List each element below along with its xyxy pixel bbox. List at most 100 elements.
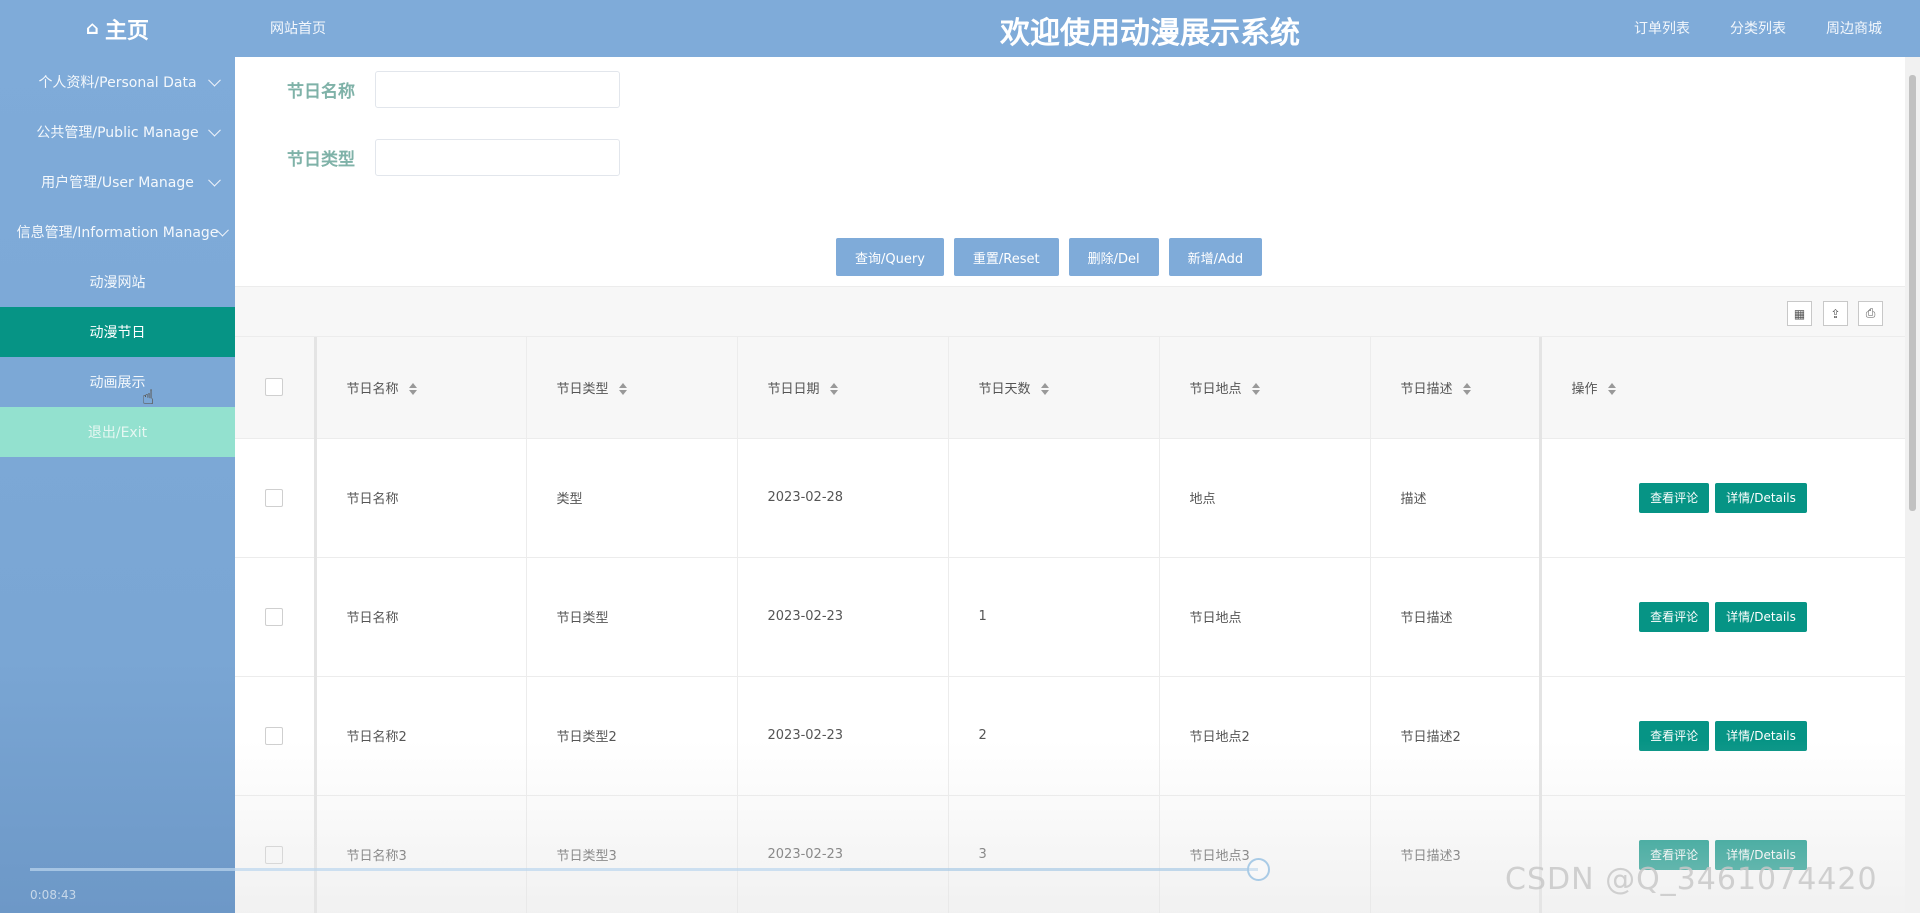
- print-icon[interactable]: ⎙: [1858, 301, 1883, 326]
- cell-date: 2023-02-28: [737, 438, 949, 558]
- row-checkbox[interactable]: [265, 488, 284, 507]
- cell-name: 节日名称3: [313, 795, 527, 913]
- row-select-cell: [235, 438, 316, 558]
- category-list-link[interactable]: 分类列表: [1730, 18, 1786, 38]
- sidebar-menu-label: 信息管理/Information Manage: [16, 225, 219, 241]
- sort-icon[interactable]: [829, 383, 838, 396]
- festival-table: 节日名称 节日类型 节日日期 节日天数 节日地点 节日描述 操作 节日名称 类型…: [235, 337, 1906, 913]
- sidebar-item-anime-site[interactable]: 动漫网站: [0, 257, 235, 307]
- sidebar-menu-label: 用户管理/User Manage: [41, 175, 194, 191]
- cell-place: 节日地点3: [1159, 795, 1371, 913]
- sort-icon[interactable]: [1251, 383, 1260, 396]
- view-comments-button[interactable]: 查看评论: [1639, 720, 1710, 751]
- sort-icon[interactable]: [408, 383, 417, 396]
- home-icon: ⌂: [86, 18, 99, 39]
- sidebar-menu-label: 个人资料/Personal Data: [38, 75, 197, 91]
- order-list-link[interactable]: 订单列表: [1634, 18, 1690, 38]
- search-label-type: 节日类型: [287, 150, 355, 170]
- export-icon[interactable]: ⇪: [1823, 301, 1848, 326]
- merch-shop-link[interactable]: 周边商城: [1826, 18, 1882, 38]
- festival-name-input[interactable]: [375, 71, 620, 108]
- top-nav: 订单列表 分类列表 周边商城: [1634, 18, 1882, 38]
- table-row: 节日名称 节日类型 2023-02-23 1 节日地点 节日描述 查看评论 详情/…: [235, 557, 1906, 677]
- watermark: CSDN @Q_3461074420: [1505, 862, 1878, 897]
- search-field-name: 节日名称: [287, 71, 620, 108]
- details-button[interactable]: 详情/Details: [1715, 482, 1807, 513]
- sidebar-menu-users[interactable]: 用户管理/User Manage: [0, 157, 235, 207]
- cell-desc: 描述: [1370, 438, 1541, 558]
- cell-date: 2023-02-23: [737, 557, 949, 677]
- column-header-label: 操作: [1571, 381, 1598, 397]
- row-checkbox[interactable]: [265, 726, 284, 745]
- column-header-name[interactable]: 节日名称: [313, 337, 527, 439]
- row-select-cell: [235, 795, 316, 913]
- column-header-label: 节日日期: [767, 381, 820, 397]
- view-comments-button[interactable]: 查看评论: [1639, 482, 1710, 513]
- delete-button[interactable]: 删除/Del: [1068, 238, 1159, 276]
- sidebar-item-anime-showcase[interactable]: 动画展示: [0, 357, 235, 407]
- columns-icon[interactable]: ▦: [1787, 301, 1812, 326]
- sidebar-menu-public[interactable]: 公共管理/Public Manage: [0, 107, 235, 157]
- festival-type-input[interactable]: [375, 139, 620, 176]
- column-header-label: 节日类型: [556, 381, 609, 397]
- sidebar: 个人资料/Personal Data 公共管理/Public Manage 用户…: [0, 57, 235, 913]
- sort-icon[interactable]: [1607, 383, 1616, 396]
- query-button[interactable]: 查询/Query: [836, 238, 944, 276]
- table-header-row: 节日名称 节日类型 节日日期 节日天数 节日地点 节日描述 操作: [235, 337, 1906, 439]
- sidebar-item-anime-festival[interactable]: 动漫节日: [0, 307, 235, 357]
- video-progress-bar[interactable]: [30, 868, 1258, 871]
- column-header-ops[interactable]: 操作: [1538, 337, 1906, 439]
- column-header-days[interactable]: 节日天数: [948, 337, 1160, 439]
- home-link[interactable]: ⌂ 主页: [0, 0, 235, 57]
- cell-ops: 查看评论 详情/Details: [1538, 557, 1906, 677]
- sort-icon[interactable]: [1040, 383, 1049, 396]
- page-title: 欢迎使用动漫展示系统: [1000, 16, 1300, 51]
- reset-button[interactable]: 重置/Reset: [953, 238, 1059, 276]
- table-row: 节日名称2 节日类型2 2023-02-23 2 节日地点2 节日描述2 查看评…: [235, 676, 1906, 796]
- column-header-date[interactable]: 节日日期: [737, 337, 949, 439]
- sort-icon[interactable]: [618, 383, 627, 396]
- column-header-label: 节日地点: [1189, 381, 1242, 397]
- video-progress-handle[interactable]: [1247, 858, 1270, 881]
- cell-date: 2023-02-23: [737, 795, 949, 913]
- sidebar-item-exit[interactable]: 退出/Exit: [0, 407, 235, 457]
- row-checkbox[interactable]: [265, 845, 284, 864]
- add-button[interactable]: 新增/Add: [1168, 238, 1263, 276]
- table-toolbar: ▦ ⇪ ⎙: [235, 287, 1905, 337]
- column-header-type[interactable]: 节日类型: [526, 337, 738, 439]
- column-header-place[interactable]: 节日地点: [1159, 337, 1371, 439]
- select-all-cell: [235, 337, 316, 439]
- sidebar-menu-personal[interactable]: 个人资料/Personal Data: [0, 57, 235, 107]
- cell-name: 节日名称: [313, 438, 527, 558]
- cell-ops: 查看评论 详情/Details: [1538, 676, 1906, 796]
- search-label-name: 节日名称: [287, 82, 355, 102]
- vertical-scrollbar[interactable]: [1905, 57, 1920, 913]
- details-button[interactable]: 详情/Details: [1715, 601, 1807, 632]
- site-home-link[interactable]: 网站首页: [270, 18, 326, 38]
- cell-days: 3: [948, 795, 1160, 913]
- cell-date: 2023-02-23: [737, 676, 949, 796]
- column-header-label: 节日描述: [1400, 381, 1453, 397]
- hand-cursor-icon: ☝: [142, 385, 155, 409]
- cell-days: 1: [948, 557, 1160, 677]
- sort-icon[interactable]: [1462, 383, 1471, 396]
- details-button[interactable]: 详情/Details: [1715, 720, 1807, 751]
- column-header-label: 节日名称: [346, 381, 399, 397]
- column-header-desc[interactable]: 节日描述: [1370, 337, 1541, 439]
- cell-type: 类型: [526, 438, 738, 558]
- cell-ops: 查看评论 详情/Details: [1538, 438, 1906, 558]
- cell-type: 节日类型2: [526, 676, 738, 796]
- video-timecode: 0:08:43: [30, 888, 77, 902]
- row-checkbox[interactable]: [265, 607, 284, 626]
- sidebar-menu-information[interactable]: 信息管理/Information Manage: [0, 207, 235, 257]
- chevron-down-icon: [208, 123, 221, 137]
- table-row: 节日名称 类型 2023-02-28 地点 描述 查看评论 详情/Details: [235, 438, 1906, 558]
- select-all-checkbox[interactable]: [265, 378, 284, 397]
- scrollbar-thumb[interactable]: [1909, 75, 1916, 511]
- view-comments-button[interactable]: 查看评论: [1639, 601, 1710, 632]
- data-table: ▦ ⇪ ⎙ 节日名称 节日类型 节日日期 节日天数 节日地点 节日描述 操作 节…: [235, 286, 1906, 913]
- sidebar-menu-label: 公共管理/Public Manage: [36, 125, 199, 141]
- cell-type: 节日类型: [526, 557, 738, 677]
- row-select-cell: [235, 676, 316, 796]
- video-progress-fill: [30, 868, 841, 871]
